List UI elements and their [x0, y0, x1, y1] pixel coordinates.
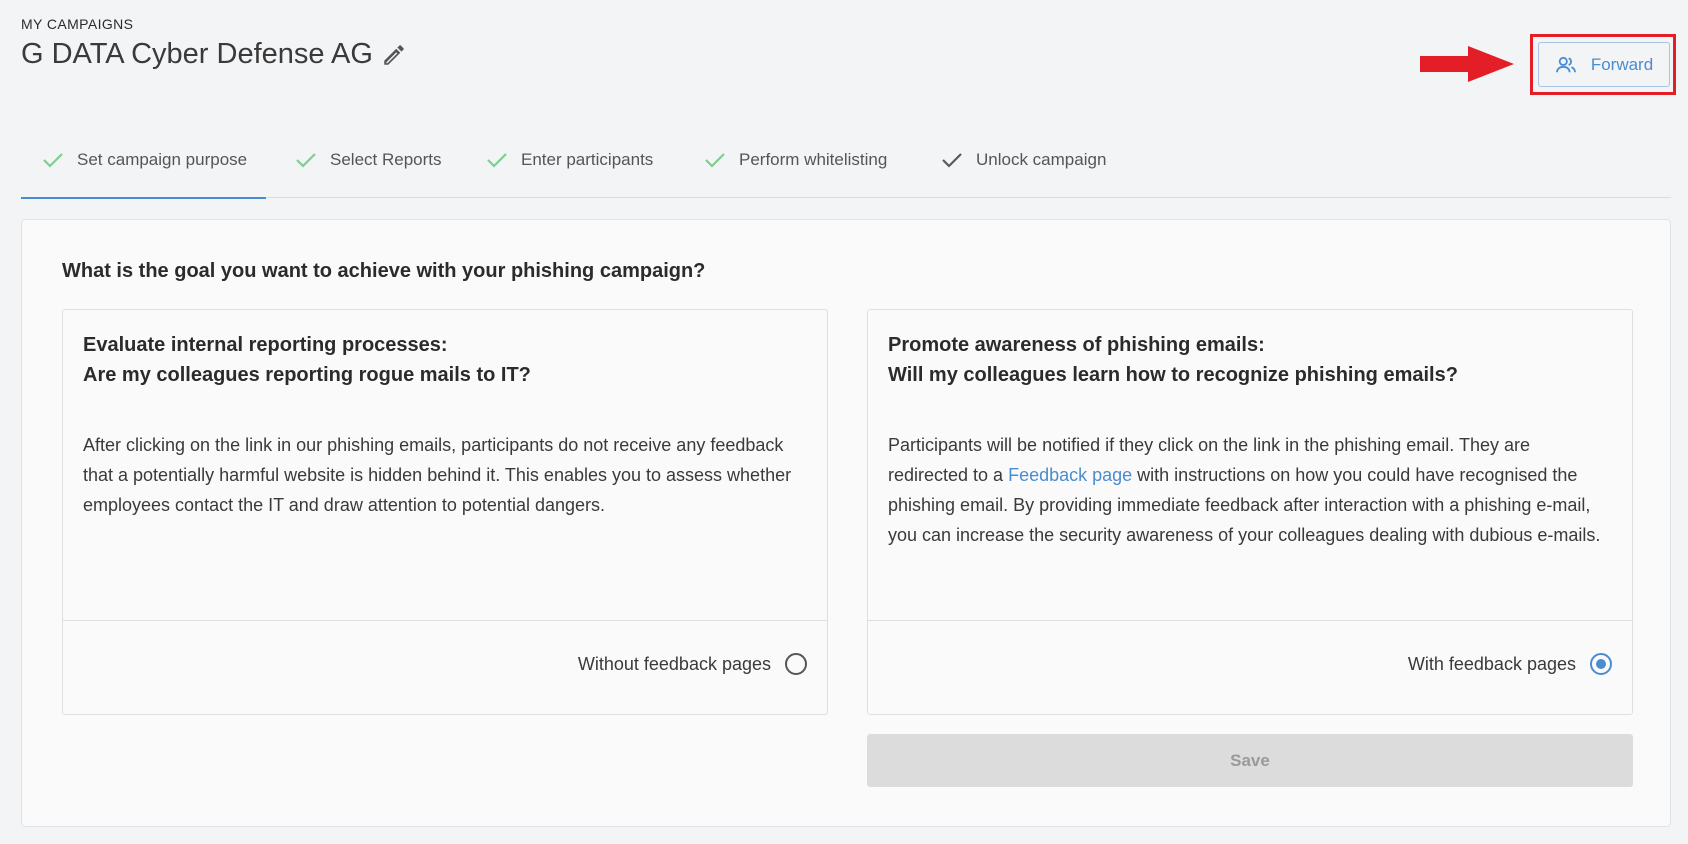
feedback-page-link[interactable]: Feedback page — [1008, 465, 1132, 485]
step-set-campaign-purpose[interactable]: Set campaign purpose — [21, 122, 267, 199]
forward-button[interactable]: Forward — [1538, 42, 1670, 87]
radio-button[interactable] — [785, 653, 807, 675]
option-heading: Promote awareness of phishing emails: Wi… — [888, 330, 1608, 390]
step-label: Enter participants — [521, 150, 654, 169]
check-icon — [296, 153, 316, 168]
step-label: Perform whitelisting — [739, 150, 888, 169]
title-row: G DATA Cyber Defense AG — [21, 38, 407, 71]
purpose-card: What is the goal you want to achieve wit… — [21, 219, 1671, 827]
option-footer: Without feedback pages — [63, 620, 827, 714]
radio-label: Without feedback pages — [577, 653, 771, 674]
option-description: After clicking on the link in our phishi… — [83, 435, 792, 515]
step-perform-whitelisting[interactable]: Perform whitelisting — [705, 122, 887, 198]
option-heading-line: Evaluate internal reporting processes: — [83, 334, 448, 356]
option-with-feedback[interactable]: Promote awareness of phishing emails: Wi… — [867, 309, 1633, 715]
step-label: Set campaign purpose — [77, 150, 248, 169]
option-heading-line: Will my colleagues learn how to recogniz… — [888, 364, 1458, 386]
step-select-reports[interactable]: Select Reports — [296, 122, 442, 198]
check-icon — [705, 153, 725, 168]
option-heading-line: Promote awareness of phishing emails: — [888, 334, 1265, 356]
check-icon — [43, 153, 63, 168]
breadcrumb[interactable]: MY CAMPAIGNS — [21, 16, 133, 32]
step-unlock-campaign[interactable]: Unlock campaign — [942, 122, 1106, 198]
forward-label: Forward — [1590, 54, 1654, 74]
option-description: Participants will be notified if they cl… — [888, 430, 1614, 550]
red-arrow-annotation — [1420, 46, 1514, 82]
radio-button-selected[interactable] — [1590, 653, 1612, 675]
check-icon — [487, 153, 507, 168]
users-icon — [1555, 56, 1576, 72]
pencil-icon[interactable] — [381, 42, 407, 68]
save-button[interactable]: Save — [867, 734, 1633, 787]
radio-label: With feedback pages — [1407, 653, 1576, 674]
question-heading: What is the goal you want to achieve wit… — [62, 260, 706, 282]
step-enter-participants[interactable]: Enter participants — [487, 122, 653, 198]
stepper: Set campaign purpose Select Reports Ente… — [21, 122, 1671, 199]
step-label: Unlock campaign — [976, 150, 1107, 169]
option-footer: With feedback pages — [868, 620, 1632, 714]
radio-with-feedback[interactable]: With feedback pages — [1408, 653, 1612, 675]
step-label: Select Reports — [330, 150, 442, 169]
option-heading: Evaluate internal reporting processes: A… — [83, 330, 803, 390]
option-heading-line: Are my colleagues reporting rogue mails … — [83, 364, 531, 386]
page-title: G DATA Cyber Defense AG — [21, 38, 373, 70]
radio-without-feedback[interactable]: Without feedback pages — [578, 653, 807, 675]
check-icon — [942, 153, 962, 168]
option-without-feedback[interactable]: Evaluate internal reporting processes: A… — [62, 309, 828, 715]
